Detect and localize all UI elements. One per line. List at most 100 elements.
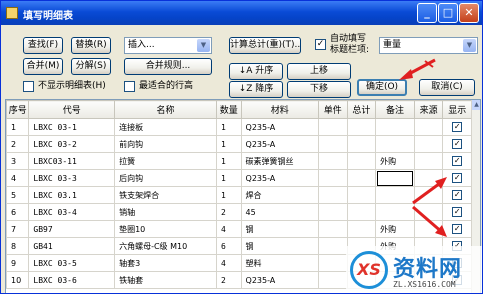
show-cell[interactable]: ✓: [442, 186, 472, 204]
name-cell[interactable]: 铁轴套: [114, 271, 218, 289]
material-cell[interactable]: 45: [240, 203, 320, 221]
total-weight-cell[interactable]: [346, 152, 377, 170]
show-checkbox[interactable]: ✓: [452, 156, 463, 166]
remark-cell[interactable]: 外购: [375, 220, 415, 238]
name-cell[interactable]: 铁支架焊合: [114, 186, 218, 204]
column-header[interactable]: 名称: [114, 100, 218, 119]
unit-weight-cell[interactable]: [318, 135, 348, 153]
show-cell[interactable]: ✓: [442, 118, 472, 136]
sort-descending-button[interactable]: ↓Z 降序: [229, 81, 283, 98]
name-cell[interactable]: 连接板: [114, 118, 218, 136]
quantity-cell[interactable]: 4: [216, 254, 242, 272]
material-cell[interactable]: 碳素弹簧钢丝: [240, 152, 320, 170]
material-cell[interactable]: 钢: [240, 220, 320, 238]
unit-weight-cell[interactable]: [318, 237, 348, 255]
show-checkbox[interactable]: ✓: [452, 207, 463, 217]
name-cell[interactable]: 拉簧: [114, 152, 218, 170]
show-cell[interactable]: ✓: [442, 169, 472, 187]
row-number-cell[interactable]: 6: [6, 203, 30, 221]
material-cell[interactable]: Q235-A: [240, 271, 320, 289]
code-cell[interactable]: LBXC 03-3: [28, 169, 116, 187]
total-weight-cell[interactable]: [346, 203, 377, 221]
show-checkbox[interactable]: ✓: [452, 190, 463, 200]
show-checkbox[interactable]: ✓: [452, 224, 463, 234]
remark-cell[interactable]: [375, 169, 415, 187]
ok-button[interactable]: 确定(O): [357, 79, 407, 96]
code-cell[interactable]: LBXC 03.1: [28, 186, 116, 204]
material-cell[interactable]: Q235-A: [240, 118, 320, 136]
show-checkbox[interactable]: ✓: [452, 139, 463, 149]
scroll-up-icon[interactable]: ▲: [472, 100, 480, 110]
material-cell[interactable]: Q235-A: [240, 169, 320, 187]
remark-cell[interactable]: [375, 186, 415, 204]
quantity-cell[interactable]: 2: [216, 203, 242, 221]
name-cell[interactable]: 垫圈10: [114, 220, 218, 238]
unit-weight-cell[interactable]: [318, 254, 348, 272]
hide-detail-checkbox[interactable]: [23, 81, 34, 92]
table-row[interactable]: 6 LBXC 03-4 销轴 2 45 ✓: [6, 203, 472, 221]
calculate-total-button[interactable]: 计算总计(重)(T)...: [229, 37, 301, 54]
column-header[interactable]: 数量: [216, 100, 242, 119]
source-cell[interactable]: [413, 135, 444, 153]
quantity-cell[interactable]: 2: [216, 271, 242, 289]
code-cell[interactable]: GB97: [28, 220, 116, 238]
column-header[interactable]: 备注: [375, 100, 415, 119]
quantity-cell[interactable]: 1: [216, 135, 242, 153]
maximize-button[interactable]: □: [438, 3, 458, 23]
show-cell[interactable]: ✓: [442, 152, 472, 170]
split-button[interactable]: 分解(S): [71, 58, 111, 75]
total-weight-cell[interactable]: [346, 169, 377, 187]
row-number-cell[interactable]: 4: [6, 169, 30, 187]
material-cell[interactable]: 焊合: [240, 186, 320, 204]
name-cell[interactable]: 轴套3: [114, 254, 218, 272]
row-number-cell[interactable]: 10: [6, 271, 30, 289]
remark-cell[interactable]: [375, 135, 415, 153]
code-cell[interactable]: LBXC 03-6: [28, 271, 116, 289]
column-header[interactable]: 来源: [413, 100, 444, 119]
row-number-cell[interactable]: 8: [6, 237, 30, 255]
row-number-cell[interactable]: 7: [6, 220, 30, 238]
move-up-button[interactable]: 上移: [287, 63, 351, 80]
quantity-cell[interactable]: 1: [216, 152, 242, 170]
total-weight-cell[interactable]: [346, 135, 377, 153]
row-number-cell[interactable]: 3: [6, 152, 30, 170]
close-button[interactable]: ✕: [459, 3, 479, 23]
merge-rules-button[interactable]: 合并规则...: [124, 58, 212, 75]
unit-weight-cell[interactable]: [318, 186, 348, 204]
minimize-button[interactable]: _: [417, 3, 437, 23]
chevron-down-icon[interactable]: ▼: [197, 39, 210, 52]
auto-fill-checkbox[interactable]: ✓: [315, 39, 326, 50]
quantity-cell[interactable]: 6: [216, 237, 242, 255]
remark-cell[interactable]: 外购: [375, 152, 415, 170]
source-cell[interactable]: [413, 118, 444, 136]
row-number-cell[interactable]: 9: [6, 254, 30, 272]
row-number-cell[interactable]: 1: [6, 118, 30, 136]
unit-weight-cell[interactable]: [318, 203, 348, 221]
show-cell[interactable]: ✓: [442, 135, 472, 153]
table-row[interactable]: 4 LBXC 03-3 后向钩 1 Q235-A ✓: [6, 169, 472, 187]
unit-weight-cell[interactable]: [318, 220, 348, 238]
move-down-button[interactable]: 下移: [287, 81, 351, 98]
code-cell[interactable]: LBXC 03-5: [28, 254, 116, 272]
show-checkbox[interactable]: ✓: [452, 173, 463, 183]
unit-weight-cell[interactable]: [318, 152, 348, 170]
merge-button[interactable]: 合并(M): [23, 58, 63, 75]
material-cell[interactable]: Q235-A: [240, 135, 320, 153]
cancel-button[interactable]: 取消(C): [419, 79, 475, 96]
code-cell[interactable]: LBXC 03-2: [28, 135, 116, 153]
unit-weight-cell[interactable]: [318, 169, 348, 187]
name-cell[interactable]: 六角螺母-C级 M10: [114, 237, 218, 255]
code-cell[interactable]: LBXC 03-4: [28, 203, 116, 221]
table-row[interactable]: 2 LBXC 03-2 前向钩 1 Q235-A ✓: [6, 135, 472, 153]
find-button[interactable]: 查找(F): [23, 37, 63, 54]
table-row[interactable]: 3 LBXC03-11 拉簧 1 碳素弹簧钢丝 外购 ✓: [6, 152, 472, 170]
replace-button[interactable]: 替换(R): [71, 37, 111, 54]
code-cell[interactable]: LBXC03-11: [28, 152, 116, 170]
quantity-cell[interactable]: 1: [216, 186, 242, 204]
table-row[interactable]: 5 LBXC 03.1 铁支架焊合 1 焊合 ✓: [6, 186, 472, 204]
quantity-cell[interactable]: 1: [216, 118, 242, 136]
sort-ascending-button[interactable]: ↓A 升序: [229, 63, 283, 80]
row-number-cell[interactable]: 2: [6, 135, 30, 153]
column-header[interactable]: 显示: [442, 100, 472, 119]
source-cell[interactable]: [413, 152, 444, 170]
